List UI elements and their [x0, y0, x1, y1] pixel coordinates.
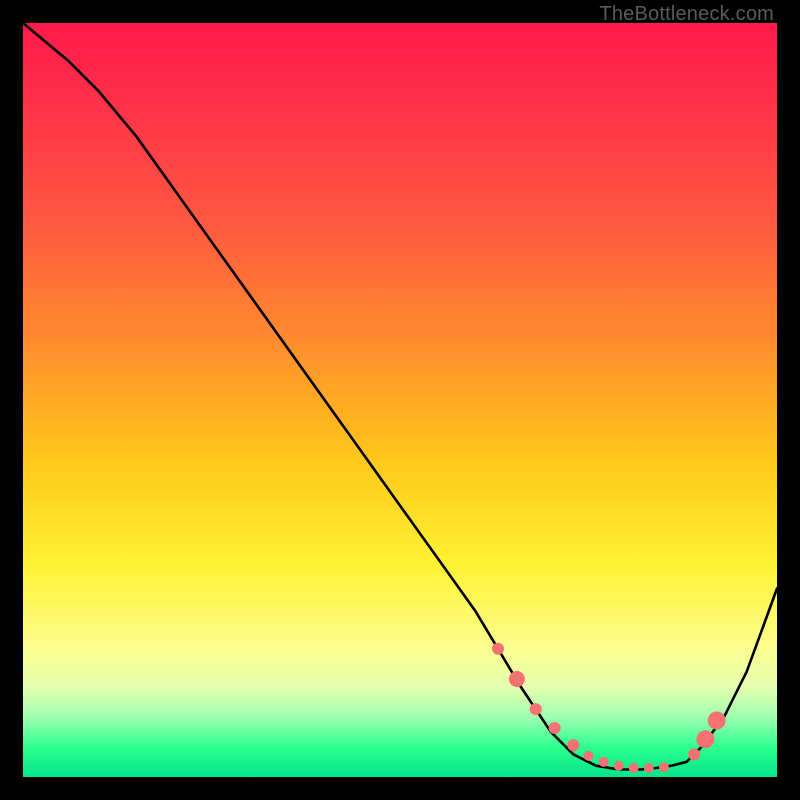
marker-point — [614, 761, 624, 771]
marker-point — [688, 748, 700, 760]
chart-svg — [23, 23, 777, 777]
plot-area — [23, 23, 777, 777]
marker-point — [696, 730, 714, 748]
marker-point — [708, 712, 726, 730]
bottleneck-curve — [23, 23, 777, 770]
marker-point — [599, 757, 609, 767]
chart-frame: TheBottleneck.com — [0, 0, 800, 800]
marker-point — [530, 703, 542, 715]
marker-point — [509, 671, 525, 687]
marker-point — [567, 739, 579, 751]
marker-point — [492, 643, 504, 655]
marker-group — [492, 643, 726, 773]
marker-point — [584, 751, 594, 761]
marker-point — [644, 763, 654, 773]
marker-point — [549, 722, 561, 734]
marker-point — [659, 762, 669, 772]
marker-point — [629, 763, 639, 773]
